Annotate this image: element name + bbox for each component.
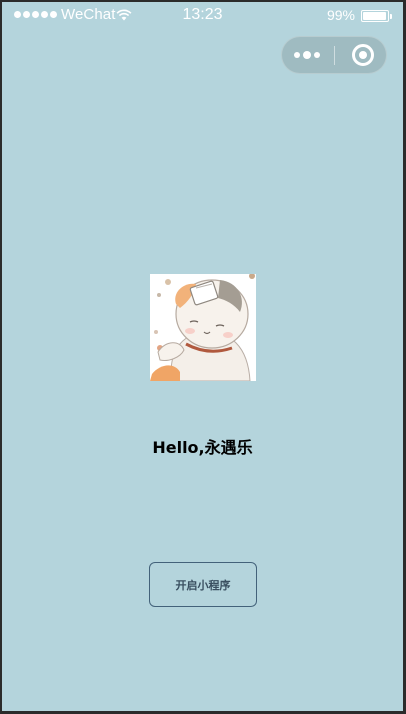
more-menu-button[interactable]: [282, 37, 334, 73]
app-screen: WeChat 13:23 99% Hello,永遇乐 开启小程序: [2, 2, 403, 711]
greeting-text: Hello,永遇乐: [152, 438, 253, 457]
target-circle-icon: [352, 44, 374, 66]
cat-avatar-image: [150, 274, 256, 381]
battery-icon: [361, 10, 393, 22]
open-mini-program-label: 开启小程序: [175, 578, 231, 592]
close-mini-program-button[interactable]: [335, 37, 387, 73]
more-dots-icon: [294, 51, 320, 59]
battery-percentage: 99%: [326, 7, 355, 23]
open-mini-program-button[interactable]: 开启小程序: [149, 562, 257, 607]
avatar: [150, 274, 256, 381]
status-bar: WeChat 13:23 99%: [2, 2, 403, 30]
mini-program-capsule: [281, 36, 387, 74]
